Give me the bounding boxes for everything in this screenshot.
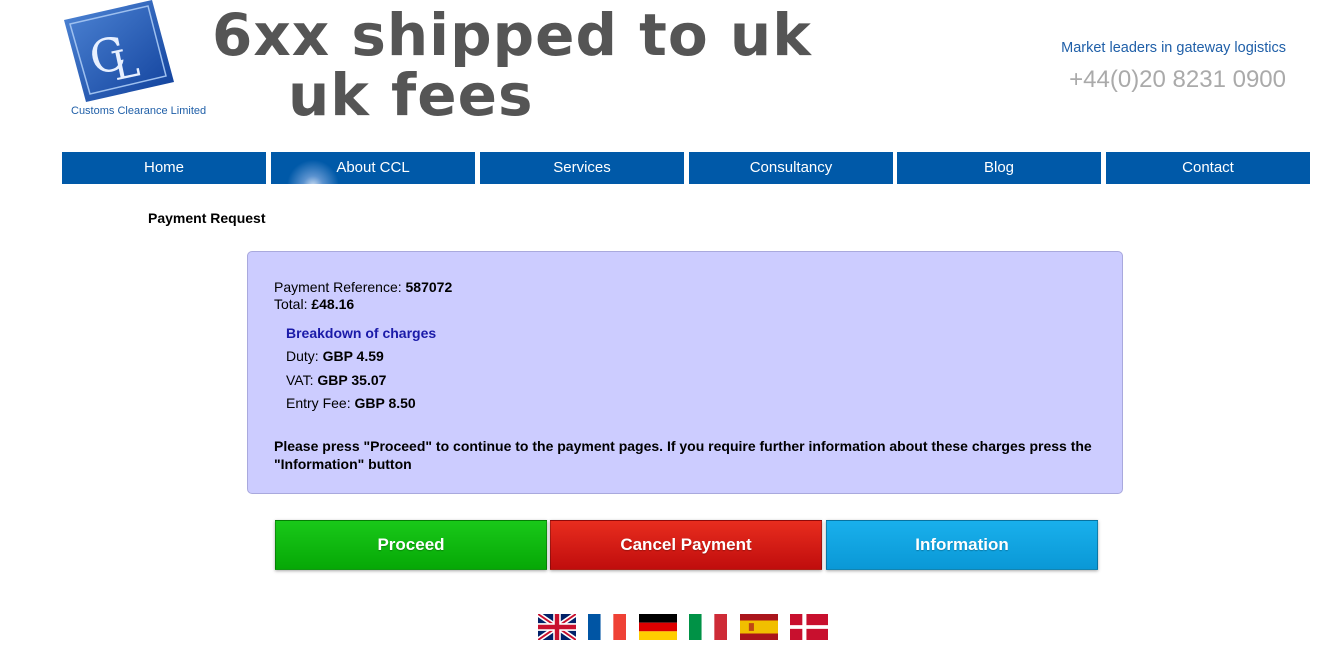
main-nav: Home About CCL Services Consultancy Blog… [62,152,1310,184]
charge-value: GBP 4.59 [322,348,384,364]
germany-flag-icon[interactable] [639,614,677,640]
ccl-logo[interactable]: C L Customs Clearance Limited [60,0,210,122]
overlay-title-line2: uk fees [288,61,534,129]
payment-total-value: £48.16 [311,296,355,312]
phone-number: +44(0)20 8231 0900 [1069,66,1286,93]
charge-value: GBP 35.07 [317,372,387,388]
nav-item-blog[interactable]: Blog [897,152,1101,184]
breakdown-title: Breakdown of charges [286,325,437,341]
charge-label: VAT: [286,372,314,388]
page-title: Payment Request [148,210,266,226]
charge-row-vat: VAT: GBP 35.07 [286,372,386,388]
payment-panel: Payment Reference: 587072 Total: £48.16 … [247,251,1123,494]
cancel-payment-button[interactable]: Cancel Payment [550,520,822,570]
charge-row-entry-fee: Entry Fee: GBP 8.50 [286,395,416,411]
payment-instructions: Please press "Proceed" to continue to th… [274,438,1092,472]
france-flag-icon[interactable] [588,614,626,640]
payment-reference-label: Payment Reference: [274,279,402,295]
charge-label: Duty: [286,348,319,364]
tagline: Market leaders in gateway logistics [1061,40,1286,56]
logo-caption: Customs Clearance Limited [71,105,207,117]
denmark-flag-icon[interactable] [790,614,828,640]
nav-item-home[interactable]: Home [62,152,266,184]
ccl-logo-icon: C L [64,0,174,102]
nav-item-about[interactable]: About CCL [271,152,475,184]
italy-flag-icon[interactable] [689,614,727,640]
charge-row-duty: Duty: GBP 4.59 [286,348,384,364]
payment-reference-value: 587072 [405,279,453,295]
proceed-button[interactable]: Proceed [275,520,547,570]
payment-total: Total: £48.16 [274,296,354,312]
information-button[interactable]: Information [826,520,1098,570]
payment-reference: Payment Reference: 587072 [274,279,452,295]
payment-total-label: Total: [274,296,308,312]
charge-label: Entry Fee: [286,395,351,411]
nav-item-consultancy[interactable]: Consultancy [689,152,893,184]
uk-flag-icon[interactable] [538,614,576,640]
charge-value: GBP 8.50 [354,395,416,411]
nav-item-services[interactable]: Services [480,152,684,184]
nav-item-contact[interactable]: Contact [1106,152,1310,184]
overlay-title-line1: 6xx shipped to uk [212,1,812,69]
spain-flag-icon[interactable] [740,614,778,640]
